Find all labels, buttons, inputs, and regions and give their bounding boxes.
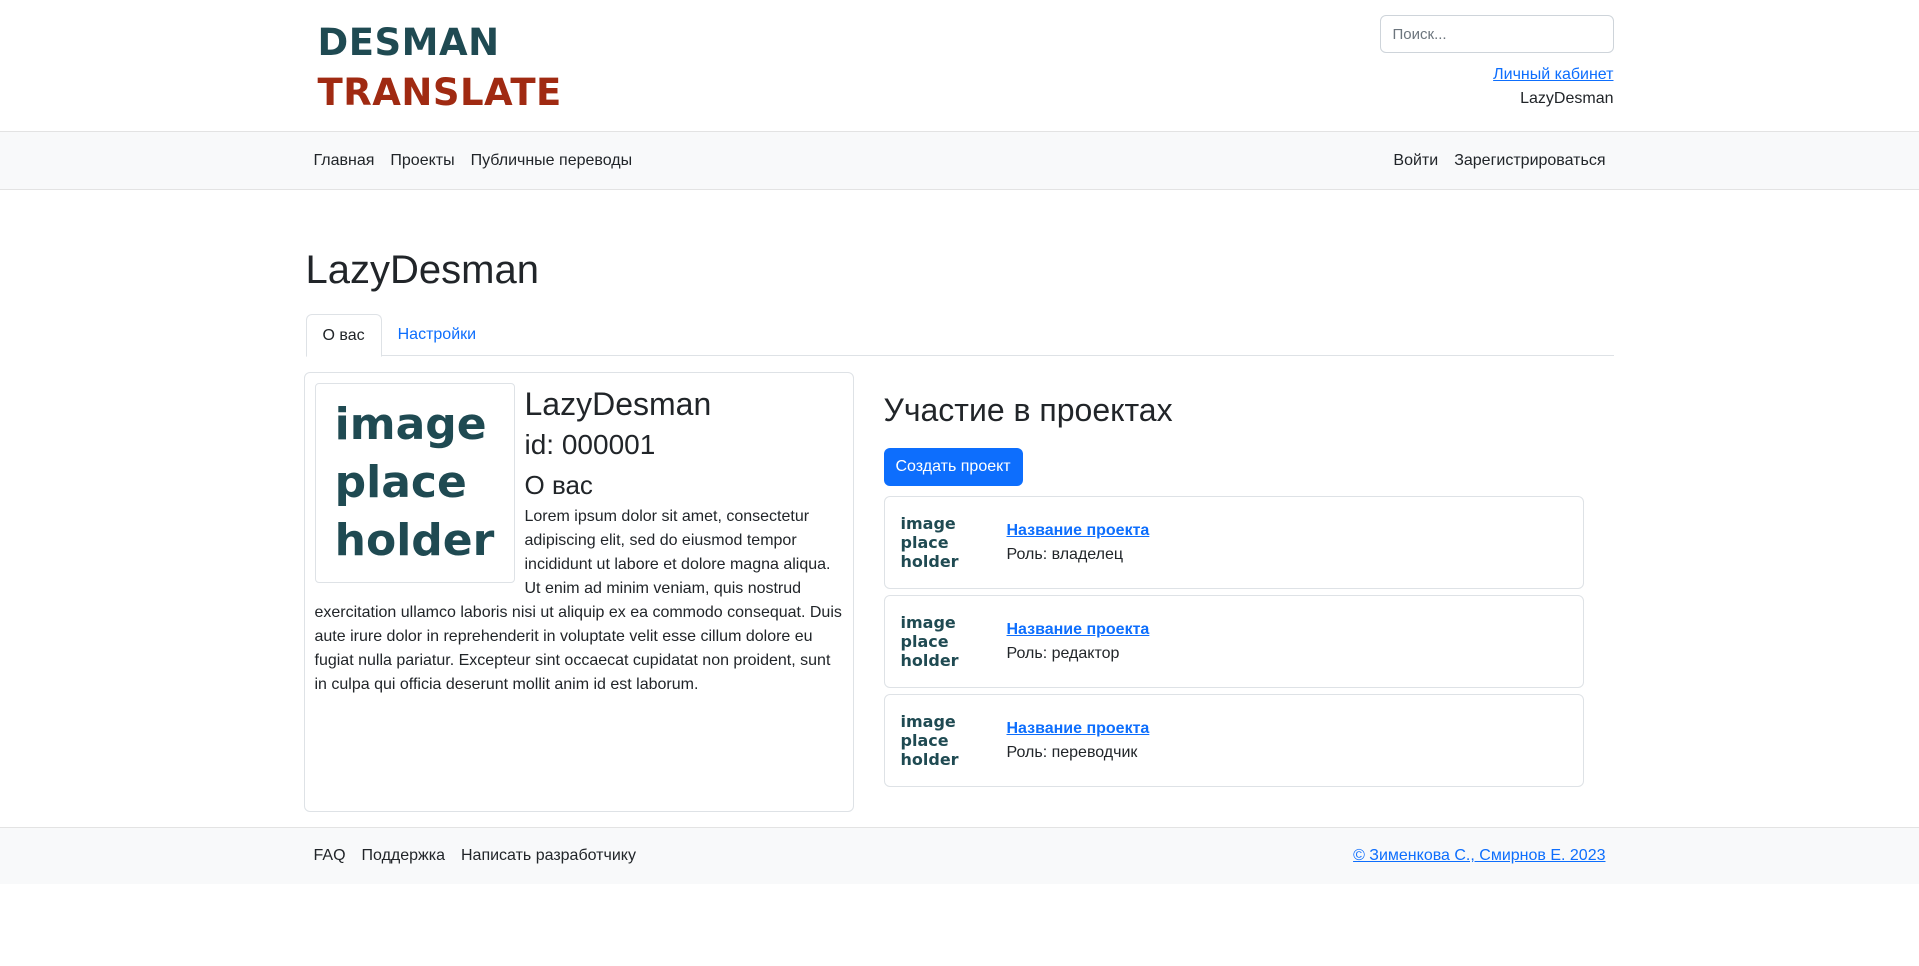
project-thumbnail: image place holder xyxy=(901,712,991,769)
page-title: LazyDesman xyxy=(305,248,539,292)
placeholder-word: holder xyxy=(900,552,959,571)
placeholder-word: image xyxy=(900,712,956,731)
create-project-button[interactable]: Создать проект xyxy=(883,448,1023,486)
project-item[interactable]: image place holder Название проекта Роль… xyxy=(883,595,1584,688)
account-block: Личный кабинет LazyDesman xyxy=(1493,63,1613,111)
project-role: Роль: владелец xyxy=(1006,545,1124,563)
placeholder-word: place xyxy=(900,632,949,651)
footer-links: FAQ Поддержка Написать разработчику xyxy=(306,847,644,865)
project-role: Роль: редактор xyxy=(1006,644,1120,662)
nav-register[interactable]: Зарегистрироваться xyxy=(1446,152,1613,170)
placeholder-word: place xyxy=(334,457,467,508)
tab-about[interactable]: О вас xyxy=(305,314,382,357)
logo-line-2: TRANSLATE xyxy=(317,71,562,114)
main-navbar: Главная Проекты Публичные переводы Войти… xyxy=(0,132,1919,190)
nav-home[interactable]: Главная xyxy=(306,152,383,170)
footer-contact-developer-link[interactable]: Написать разработчику xyxy=(453,847,644,865)
project-name-link[interactable]: Название проекта xyxy=(1007,717,1150,741)
projects-section: Участие в проектах Создать проект image … xyxy=(883,372,1584,812)
projects-title: Участие в проектах xyxy=(883,392,1173,428)
nav-right: Войти Зарегистрироваться xyxy=(1385,152,1613,170)
placeholder-word: image xyxy=(900,514,956,533)
profile-tabs: О вас Настройки xyxy=(305,314,1614,357)
footer-faq-link[interactable]: FAQ xyxy=(306,847,354,865)
avatar-placeholder-text: image place holder xyxy=(335,396,495,570)
nav-login[interactable]: Войти xyxy=(1385,152,1446,170)
project-list: image place holder Название проекта Роль… xyxy=(883,496,1584,787)
project-item[interactable]: image place holder Название проекта Роль… xyxy=(883,694,1584,787)
search-input[interactable] xyxy=(1379,15,1614,53)
avatar: image place holder xyxy=(314,383,515,583)
site-logo[interactable]: DESMAN TRANSLATE xyxy=(318,18,562,118)
project-name-link[interactable]: Название проекта xyxy=(1007,618,1150,642)
site-header: DESMAN TRANSLATE Личный кабинет LazyDesm… xyxy=(0,0,1919,132)
placeholder-word: place xyxy=(900,533,949,552)
nav-public-translations[interactable]: Публичные переводы xyxy=(463,152,640,170)
tab-settings[interactable]: Настройки xyxy=(382,314,492,356)
project-thumbnail: image place holder xyxy=(901,613,991,670)
footer-support-link[interactable]: Поддержка xyxy=(354,847,453,865)
project-name-link[interactable]: Название проекта xyxy=(1007,519,1150,543)
placeholder-word: holder xyxy=(900,750,959,769)
placeholder-word: holder xyxy=(900,651,959,670)
placeholder-word: holder xyxy=(334,515,495,566)
username-label: LazyDesman xyxy=(1520,90,1614,107)
main-content: LazyDesman О вас Настройки image place h… xyxy=(303,246,1614,812)
project-thumbnail: image place holder xyxy=(901,514,991,571)
profile-card: image place holder LazyDesman id: 000001… xyxy=(303,372,854,812)
nav-projects[interactable]: Проекты xyxy=(382,152,462,170)
nav-left: Главная Проекты Публичные переводы xyxy=(306,152,641,170)
logo-line-1: DESMAN xyxy=(317,21,500,64)
placeholder-word: place xyxy=(900,731,949,750)
site-footer: FAQ Поддержка Написать разработчику © Зи… xyxy=(0,827,1919,884)
project-role: Роль: переводчик xyxy=(1006,743,1138,761)
project-item[interactable]: image place holder Название проекта Роль… xyxy=(883,496,1584,589)
placeholder-word: image xyxy=(334,399,487,450)
copyright-link[interactable]: © Зименкова С., Смирнов Е. 2023 xyxy=(1353,847,1613,865)
account-link[interactable]: Личный кабинет xyxy=(1493,63,1613,87)
placeholder-word: image xyxy=(900,613,956,632)
